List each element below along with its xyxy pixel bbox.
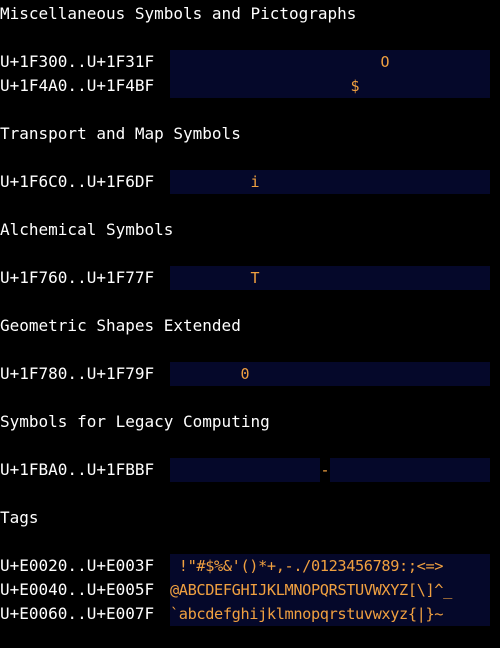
codepoint-range-label: U+1F760..U+1F77F — [0, 268, 155, 287]
section-heading: Transport and Map Symbols — [0, 124, 241, 143]
codepoint-range-label: U+E0060..U+E007F — [0, 604, 155, 623]
glyph-strip: i — [170, 170, 490, 194]
tag-characters: `abcdefghijklmnopqrstuvwxyz{|}~ — [170, 605, 444, 623]
codepoint-range-label: U+1F6C0..U+1F6DF — [0, 172, 155, 191]
section-heading: Symbols for Legacy Computing — [0, 412, 270, 431]
codepoint-range-label: U+E0040..U+E005F — [0, 580, 155, 599]
glyph-cell: $ — [350, 77, 360, 95]
glyph-cell: T — [250, 269, 260, 287]
block-row: U+1FBA0..U+1FBBF - — [0, 458, 500, 482]
block-row: U+E0020..U+E003F !"#$%&'()*+,-./01234567… — [0, 554, 500, 578]
glyph-strip: O — [170, 50, 490, 74]
glyph-strip: T — [170, 266, 490, 290]
glyph-strip: `abcdefghijklmnopqrstuvwxyz{|}~ — [170, 602, 490, 626]
block-row: U+E0040..U+E005F @ABCDEFGHIJKLMNOPQRSTUVW… — [0, 578, 500, 602]
codepoint-range-label: U+1F780..U+1F79F — [0, 364, 155, 383]
glyph-strip: - — [170, 458, 490, 482]
tag-characters: @ABCDEFGHIJKLMNOPQRSTUVWXYZ[\]^_ — [170, 581, 452, 599]
glyph-strip: $ — [170, 74, 490, 98]
glyph-strip: !"#$%&'()*+,-./0123456789:;<=> — [170, 554, 490, 578]
tag-characters: !"#$%&'()*+,-./0123456789:;<=> — [170, 557, 444, 575]
codepoint-range-label: U+E0020..U+E003F — [0, 556, 155, 575]
block-row: U+E0060..U+E007F `abcdefghijklmnopqrstuvw… — [0, 602, 500, 626]
codepoint-range-label: U+1FBA0..U+1FBBF — [0, 460, 155, 479]
codepoint-range-label: U+1F300..U+1F31F — [0, 52, 155, 71]
block-row: U+1F780..U+1F79F 0 — [0, 362, 500, 386]
glyph-cell: - — [320, 461, 330, 479]
block-row: U+1F6C0..U+1F6DF i — [0, 170, 500, 194]
glyph-strip: @ABCDEFGHIJKLMNOPQRSTUVWXYZ[\]^_ — [170, 578, 490, 602]
block-row: U+1F760..U+1F77F T — [0, 266, 500, 290]
block-row: U+1F4A0..U+1F4BF $ — [0, 74, 500, 98]
glyph-cell: O — [380, 53, 390, 71]
section-heading: Miscellaneous Symbols and Pictographs — [0, 4, 357, 23]
glyph-cell: 0 — [240, 365, 250, 383]
block-row: U+1F300..U+1F31F O — [0, 50, 500, 74]
section-heading: Geometric Shapes Extended — [0, 316, 241, 335]
section-heading: Tags — [0, 508, 39, 527]
codepoint-range-label: U+1F4A0..U+1F4BF — [0, 76, 155, 95]
glyph-cell: i — [250, 173, 260, 191]
section-heading: Alchemical Symbols — [0, 220, 174, 239]
glyph-strip: 0 — [170, 362, 490, 386]
